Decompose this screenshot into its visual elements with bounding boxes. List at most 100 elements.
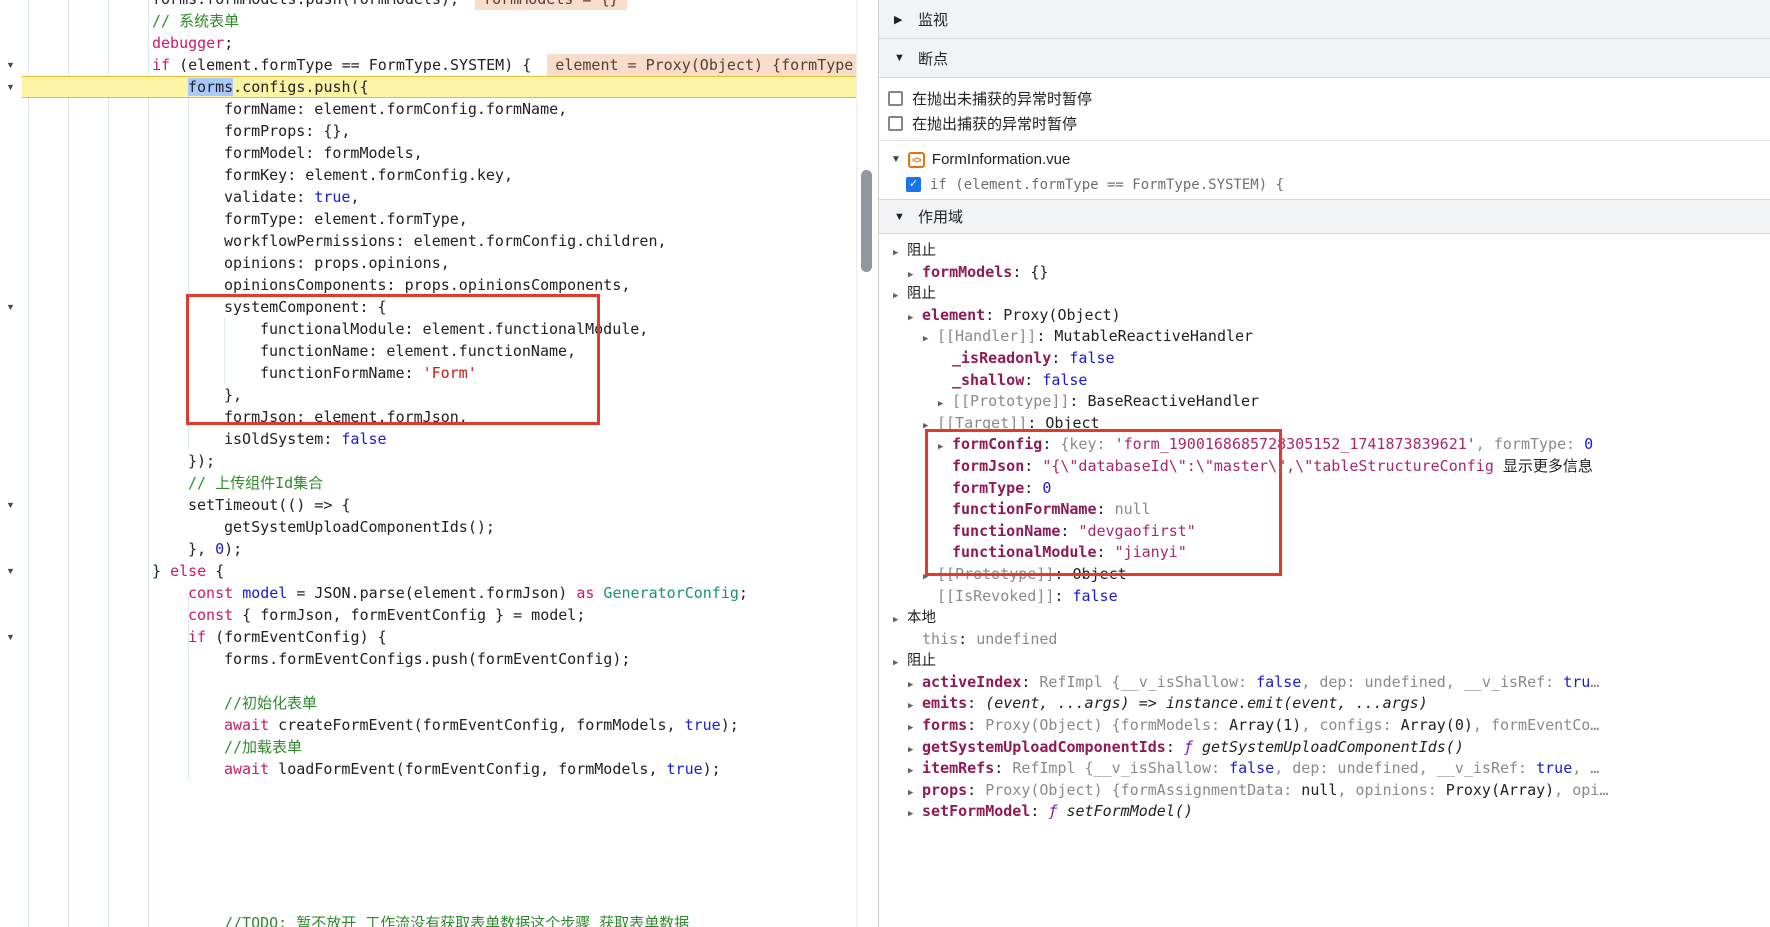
tree-arrow-icon[interactable]: ▶: [893, 653, 907, 672]
code-line[interactable]: opinions: props.opinions,: [0, 252, 856, 274]
code-line[interactable]: } else {: [0, 560, 856, 582]
scope-row[interactable]: ▶[[Target]]: Object: [879, 413, 1770, 435]
tree-arrow-icon[interactable]: ▶: [908, 265, 922, 284]
pause-on-caught-row[interactable]: 在抛出捕获的异常时暂停: [888, 111, 1770, 136]
code-line[interactable]: formJson: element.formJson,: [0, 406, 856, 428]
scope-row[interactable]: ▶[[Prototype]]: BaseReactiveHandler: [879, 391, 1770, 413]
scope-row[interactable]: ▶formModels: {}: [879, 262, 1770, 284]
tree-arrow-icon[interactable]: ▶: [908, 783, 922, 802]
tree-arrow-icon[interactable]: ▶: [908, 308, 922, 327]
scope-row[interactable]: ▶阻止: [879, 650, 1770, 672]
execution-line[interactable]: forms.configs.push({: [22, 76, 856, 98]
pause-on-caught-checkbox[interactable]: [888, 116, 903, 131]
editor-scrollbar[interactable]: [856, 0, 879, 927]
scope-row[interactable]: ▶阻止: [879, 240, 1770, 262]
code-line[interactable]: debugger;: [0, 32, 856, 54]
code-line[interactable]: functionName: element.functionName,: [0, 340, 856, 362]
pause-on-uncaught-row[interactable]: 在抛出未捕获的异常时暂停: [888, 86, 1770, 111]
code-line[interactable]: [0, 890, 856, 912]
code-line[interactable]: //加载表单: [0, 736, 856, 758]
code-line[interactable]: workflowPermissions: element.formConfig.…: [0, 230, 856, 252]
scope-row[interactable]: functionName: "devgaofirst": [879, 521, 1770, 543]
watch-section-header[interactable]: ▶ 监视: [879, 0, 1770, 39]
tree-arrow-icon[interactable]: ▶: [908, 740, 922, 759]
tree-arrow-icon[interactable]: ▶: [908, 804, 922, 823]
scope-row[interactable]: ▶element: Proxy(Object): [879, 305, 1770, 327]
editor-gutter[interactable]: ▼▼▼▼▼▼: [0, 0, 22, 927]
code-line[interactable]: const model = JSON.parse(element.formJso…: [0, 582, 856, 604]
code-line[interactable]: if (formEventConfig) {: [0, 626, 856, 648]
code-line[interactable]: isOldSystem: false: [0, 428, 856, 450]
code-line[interactable]: getSystemUploadComponentIds();: [0, 516, 856, 538]
expand-arrow-icon[interactable]: ▼: [891, 154, 901, 165]
code-line[interactable]: [0, 780, 856, 802]
code-line[interactable]: [0, 802, 856, 824]
code-line[interactable]: formType: element.formType,: [0, 208, 856, 230]
code-line[interactable]: formKey: element.formConfig.key,: [0, 164, 856, 186]
code-line[interactable]: systemComponent: {: [0, 296, 856, 318]
code-line[interactable]: formProps: {},: [0, 120, 856, 142]
scope-section-header[interactable]: ▼ 作用域: [879, 199, 1770, 234]
expand-arrow-icon[interactable]: ▼: [894, 211, 907, 223]
scope-row[interactable]: ▶getSystemUploadComponentIds: ƒ getSyste…: [879, 737, 1770, 759]
tree-arrow-icon[interactable]: ▶: [893, 286, 907, 305]
code-line[interactable]: forms.formModels.push(formModels);formMo…: [0, 0, 856, 10]
code-line[interactable]: [0, 868, 856, 890]
tree-arrow-icon[interactable]: ▶: [893, 243, 907, 262]
scope-row[interactable]: _isReadonly: false: [879, 348, 1770, 370]
tree-arrow-icon[interactable]: ▶: [908, 675, 922, 694]
scope-row[interactable]: ▶activeIndex: RefImpl {__v_isShallow: fa…: [879, 672, 1770, 694]
scope-row[interactable]: [[IsRevoked]]: false: [879, 586, 1770, 608]
tree-arrow-icon[interactable]: ▶: [923, 329, 937, 348]
tree-arrow-icon[interactable]: ▶: [908, 696, 922, 715]
code-line[interactable]: formName: element.formConfig.formName,: [0, 98, 856, 120]
scope-row[interactable]: ▶[[Prototype]]: Object: [879, 564, 1770, 586]
code-line[interactable]: await loadFormEvent(formEventConfig, for…: [0, 758, 856, 780]
code-line[interactable]: if (element.formType == FormType.SYSTEM)…: [0, 54, 856, 76]
scope-row[interactable]: formType: 0: [879, 478, 1770, 500]
collapse-arrow-icon[interactable]: ▶: [894, 13, 907, 26]
code-line[interactable]: await createFormEvent(formEventConfig, f…: [0, 714, 856, 736]
code-line[interactable]: const { formJson, formEventConfig } = mo…: [0, 604, 856, 626]
scope-row[interactable]: ▶emits: (event, ...args) => instance.emi…: [879, 693, 1770, 715]
scope-row[interactable]: functionFormName: null: [879, 499, 1770, 521]
scope-row[interactable]: ▶阻止: [879, 283, 1770, 305]
tree-arrow-icon[interactable]: ▶: [938, 437, 952, 456]
scope-row[interactable]: ▶[[Handler]]: MutableReactiveHandler: [879, 326, 1770, 348]
code-line[interactable]: formModel: formModels,: [0, 142, 856, 164]
scope-row[interactable]: ▶itemRefs: RefImpl {__v_isShallow: false…: [879, 758, 1770, 780]
fold-arrow-icon[interactable]: ▼: [3, 498, 18, 513]
code-line[interactable]: });: [0, 450, 856, 472]
code-editor-pane[interactable]: ▼▼▼▼▼▼ forms.formModels.push(formModels)…: [0, 0, 856, 927]
fold-arrow-icon[interactable]: ▼: [3, 630, 18, 645]
code-line[interactable]: setTimeout(() => {: [0, 494, 856, 516]
fold-arrow-icon[interactable]: ▼: [3, 58, 18, 73]
code-line[interactable]: //TODO: 暂不放开 工作流没有获取表单数据这个步骤 获取表单数据: [0, 912, 856, 927]
code-line[interactable]: functionFormName: 'Form': [0, 362, 856, 384]
breakpoint-enabled-checkbox[interactable]: ✓: [906, 177, 921, 192]
tree-arrow-icon[interactable]: ▶: [923, 567, 937, 586]
editor-scrollbar-thumb[interactable]: [861, 170, 872, 272]
code-line[interactable]: [0, 670, 856, 692]
code-line[interactable]: },: [0, 384, 856, 406]
code-line[interactable]: opinionsComponents: props.opinionsCompon…: [0, 274, 856, 296]
scope-row[interactable]: ▶formConfig: {key: 'form_190016868572830…: [879, 434, 1770, 456]
scope-row[interactable]: ▶本地: [879, 607, 1770, 629]
code-line[interactable]: [0, 824, 856, 846]
breakpoint-entry-row[interactable]: ✓ if (element.formType == FormType.SYSTE…: [891, 172, 1770, 197]
tree-arrow-icon[interactable]: ▶: [908, 718, 922, 737]
fold-arrow-icon[interactable]: ▼: [3, 300, 18, 315]
scope-row[interactable]: ▶props: Proxy(Object) {formAssignmentDat…: [879, 780, 1770, 802]
fold-arrow-icon[interactable]: ▼: [3, 80, 18, 95]
scope-row[interactable]: formJson: "{\"databaseId\":\"master\",\"…: [879, 456, 1770, 478]
tree-arrow-icon[interactable]: ▶: [938, 394, 952, 413]
code-line[interactable]: // 系统表单: [0, 10, 856, 32]
breakpoint-file-row[interactable]: ▼ <> FormInformation.vue: [891, 147, 1770, 172]
tree-arrow-icon[interactable]: ▶: [893, 610, 907, 629]
tree-arrow-icon[interactable]: ▶: [908, 761, 922, 780]
code-line[interactable]: // 上传组件Id集合: [0, 472, 856, 494]
code-line[interactable]: }, 0);: [0, 538, 856, 560]
code-line[interactable]: [0, 846, 856, 868]
scope-row[interactable]: functionalModule: "jianyi": [879, 542, 1770, 564]
code-line[interactable]: //初始化表单: [0, 692, 856, 714]
